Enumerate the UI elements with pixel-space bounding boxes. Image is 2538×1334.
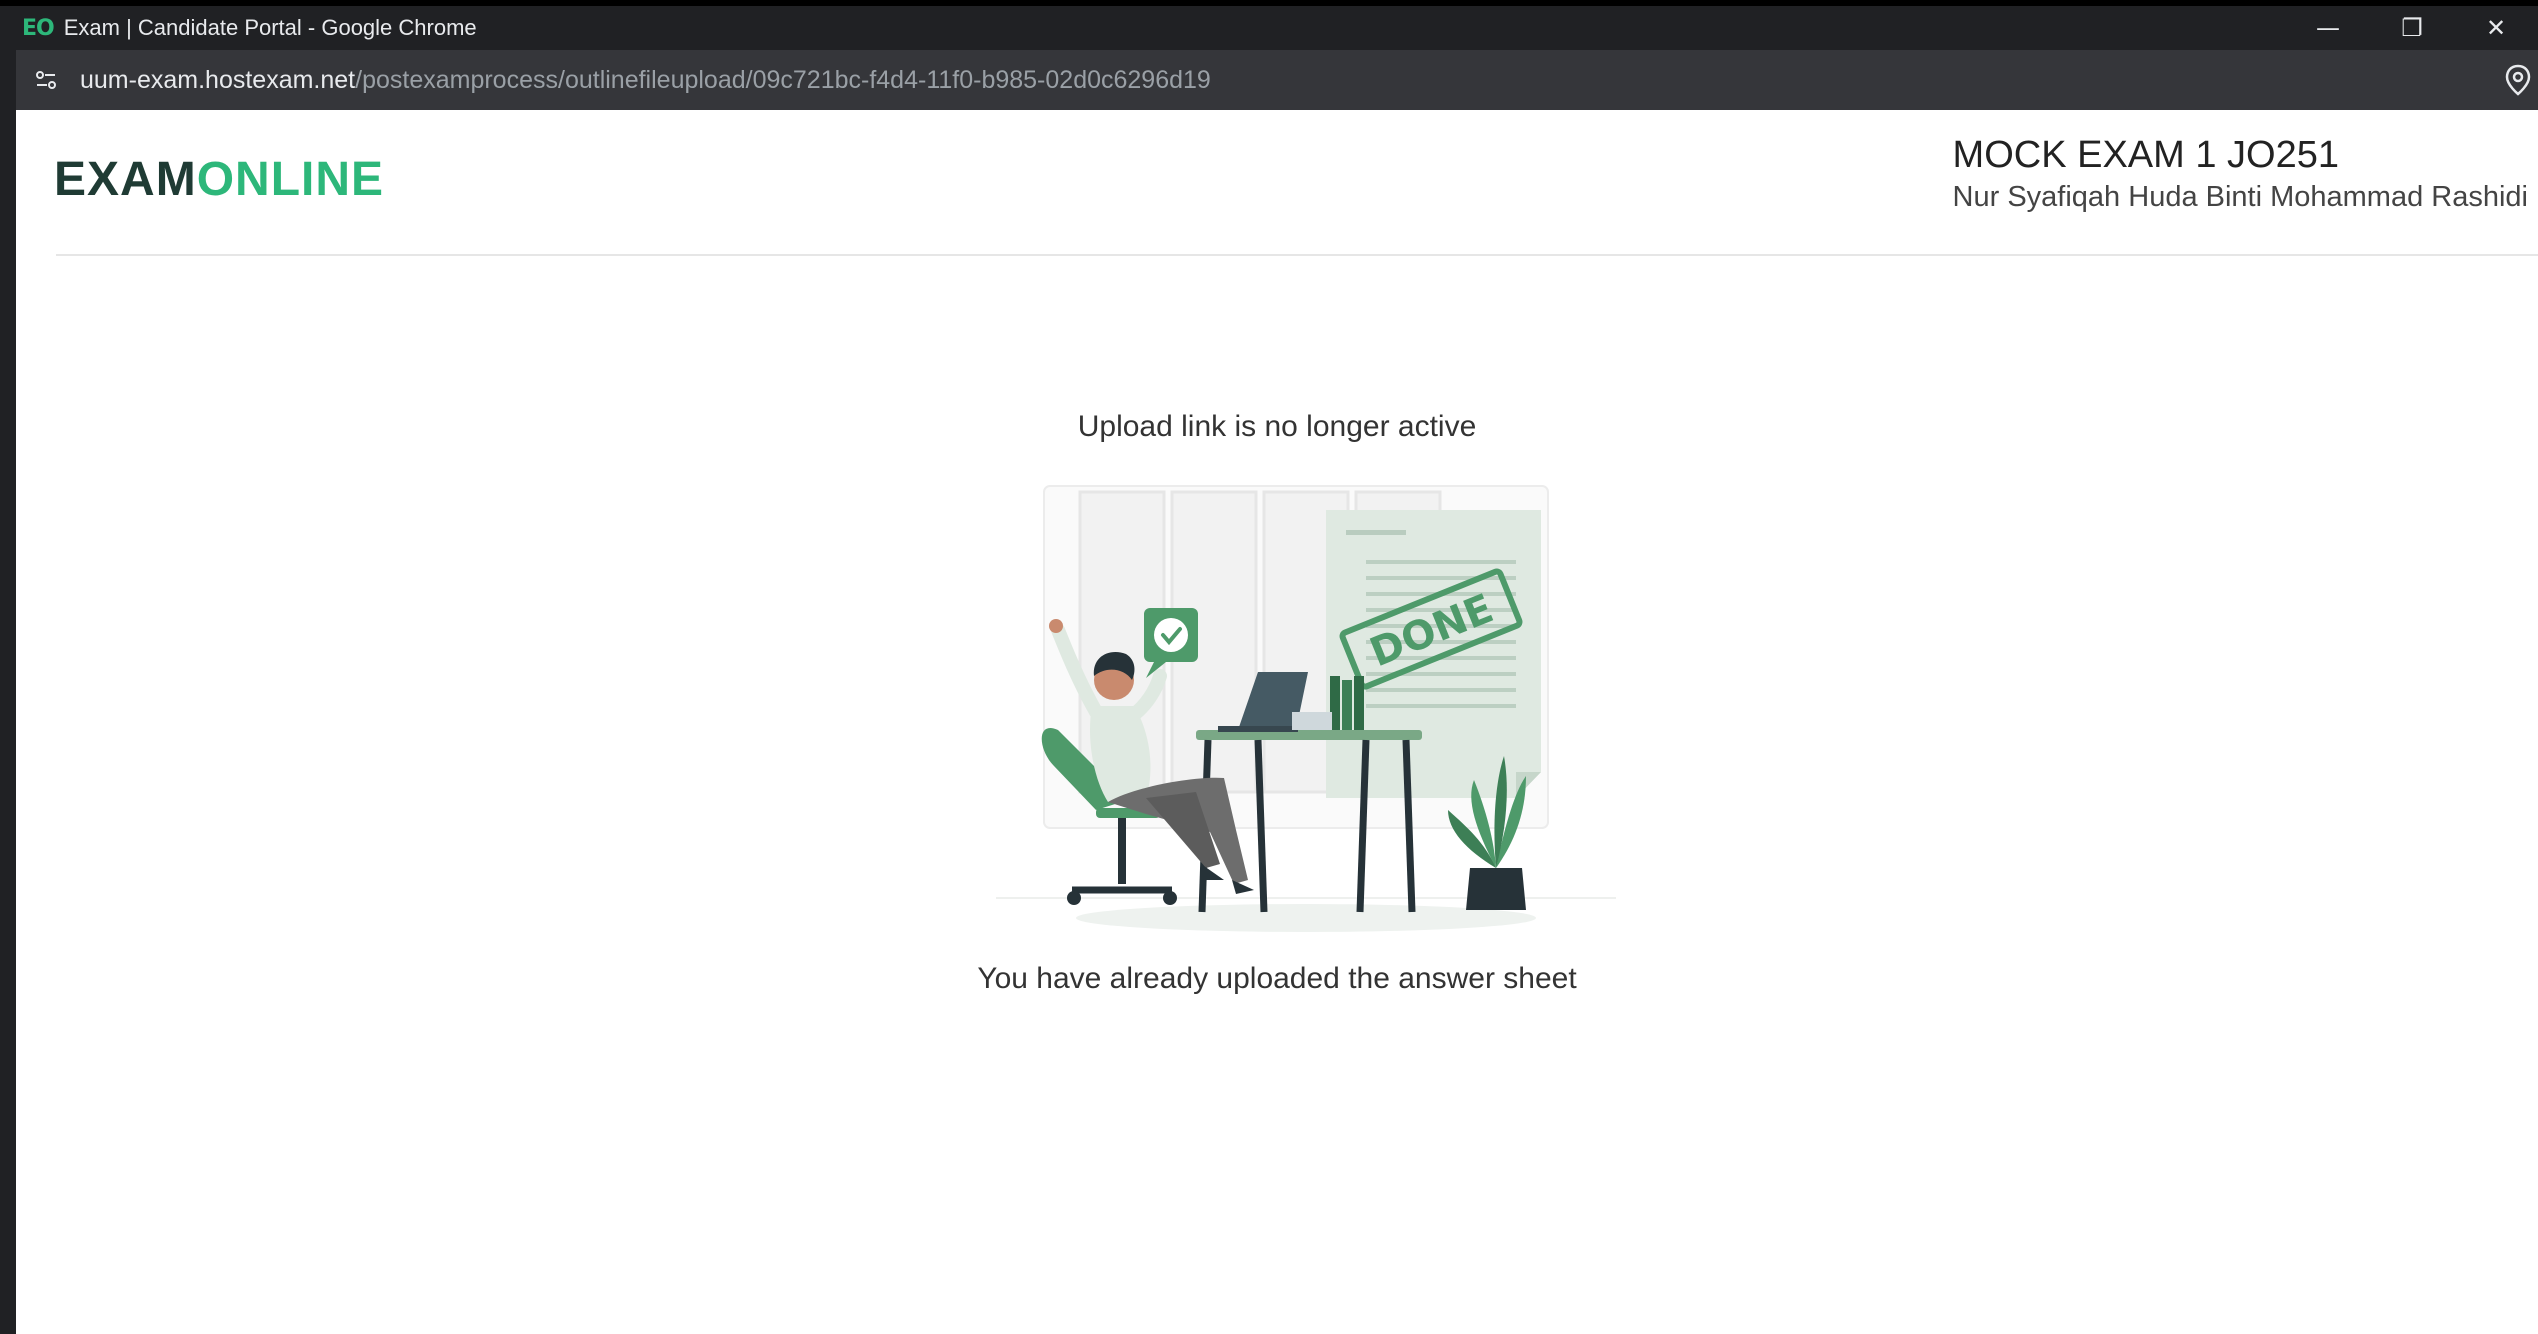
url-path: /postexamprocess/outlinefileupload/09c72… [355, 65, 1211, 94]
examonline-logo[interactable]: EXAMONLINE [54, 152, 384, 207]
window-title: Exam | Candidate Portal - Google Chrome [63, 15, 477, 40]
location-icon[interactable] [2500, 62, 2536, 98]
minimize-button[interactable]: — [2286, 6, 2370, 50]
upload-status-message: You have already uploaded the answer she… [977, 962, 1577, 995]
url-host: uum-exam.hostexam.net [80, 65, 356, 94]
logo-part-exam: EXAM [54, 153, 197, 206]
status-message: Upload link is no longer active [1077, 410, 1477, 443]
tune-icon [36, 71, 56, 89]
url-text[interactable]: uum-exam.hostexam.net/postexamprocess/ou… [80, 66, 1211, 95]
exam-info: MOCK EXAM 1 JO251 Nur Syafiqah Huda Bint… [1953, 134, 2528, 214]
restore-button[interactable]: ❐ [2370, 6, 2454, 50]
header-divider [56, 254, 2538, 256]
candidate-name: Nur Syafiqah Huda Binti Mohammad Rashidi [1952, 181, 2528, 213]
browser-window: EO Exam | Candidate Portal - Google Chro… [0, 6, 2538, 1334]
site-info-icon[interactable] [26, 60, 66, 100]
page-content: EXAMONLINE MOCK EXAM 1 JO251 Nur Syafiqa… [16, 110, 2538, 1334]
window-controls: — ❐ ✕ [2286, 6, 2538, 50]
title-bar: EO Exam | Candidate Portal - Google Chro… [16, 6, 2538, 50]
done-illustration: DONE [996, 485, 1616, 932]
address-bar[interactable]: uum-exam.hostexam.net/postexamprocess/ou… [16, 50, 2538, 110]
logo-part-online: ONLINE [196, 153, 385, 206]
close-button[interactable]: ✕ [2454, 6, 2538, 50]
exam-title: MOCK EXAM 1 JO251 [1952, 134, 2340, 176]
site-favicon: EO [22, 15, 55, 41]
